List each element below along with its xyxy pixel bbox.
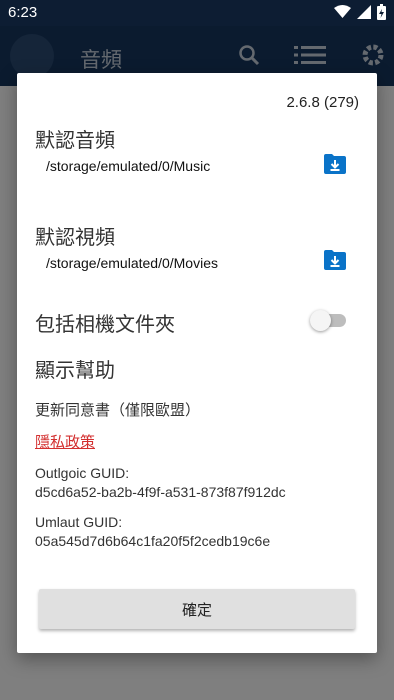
- status-time: 6:23: [8, 4, 38, 21]
- ok-button[interactable]: 確定: [39, 589, 355, 629]
- default-audio-path[interactable]: /storage/emulated/0/Music: [46, 158, 210, 174]
- show-help-item[interactable]: 顯示幫助: [35, 354, 115, 383]
- privacy-policy-link[interactable]: 隱私政策: [35, 431, 95, 452]
- version-label: 2.6.8 (279): [286, 94, 359, 111]
- default-video-title: 默認視頻: [35, 225, 115, 249]
- default-video-path[interactable]: /storage/emulated/0/Movies: [46, 255, 218, 271]
- battery-icon: [377, 4, 386, 20]
- status-icons: [334, 4, 386, 20]
- download-folder-icon[interactable]: [324, 152, 346, 174]
- umlaut-guid-value: 05a545d7d6b64c1fa20f5f2cedb19c6e: [35, 533, 271, 549]
- default-audio-title: 默認音頻: [35, 128, 115, 152]
- signal-icon: [357, 5, 371, 19]
- settings-dialog: 2.6.8 (279) 默認音頻 /storage/emulated/0/Mus…: [17, 73, 377, 653]
- update-consent-item[interactable]: 更新同意書（僅限歐盟）: [35, 399, 200, 420]
- download-folder-icon[interactable]: [324, 248, 346, 270]
- outlgoic-guid-label: Outlgoic GUID:: [35, 465, 130, 481]
- status-bar: 6:23: [0, 0, 394, 26]
- toggle-thumb: [310, 310, 331, 331]
- include-camera-toggle[interactable]: [310, 309, 350, 331]
- umlaut-guid-label: Umlaut GUID:: [35, 514, 123, 530]
- outlgoic-guid-value: d5cd6a52-ba2b-4f9f-a531-873f87f912dc: [35, 484, 286, 500]
- wifi-icon: [334, 5, 351, 18]
- include-camera-label: 包括相機文件夾: [35, 312, 175, 336]
